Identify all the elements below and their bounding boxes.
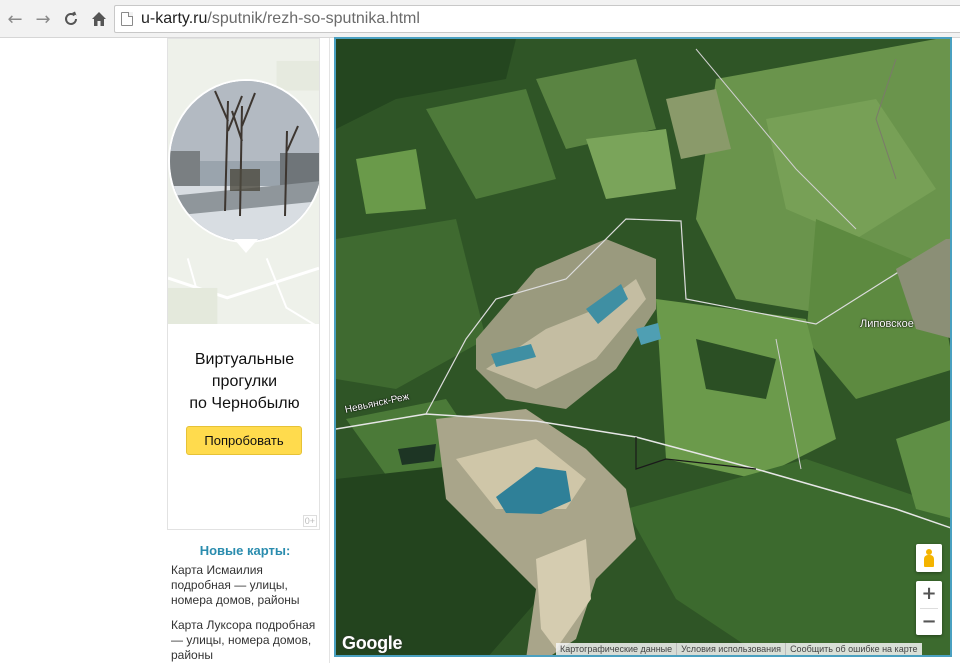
zoom-control: + − (916, 581, 942, 635)
news-link[interactable]: Карта Луксора подробная — улицы, номера … (171, 618, 323, 663)
map-data-link[interactable]: Картографические данные (556, 643, 676, 655)
news-link[interactable]: Карта Исмаилия подробная — улицы, номера… (171, 563, 323, 608)
ad-banner[interactable]: Виртуальные прогулки по Чернобылю Попроб… (167, 38, 320, 530)
browser-toolbar: ← → u-karty.ru/sputnik/rezh-so-sputnika.… (0, 0, 960, 38)
ad-title-line2: прогулки (211, 373, 278, 390)
map-attribution: Картографические данные Условия использо… (556, 643, 922, 655)
new-maps-heading: Новые карты: (199, 543, 291, 558)
ad-title-line1: Виртуальные (194, 351, 295, 368)
terms-link[interactable]: Условия использования (676, 643, 785, 655)
satellite-map[interactable]: Невьянск-Реж Липовское Google + − Картог… (334, 37, 952, 657)
url-path: /sputnik/rezh-so-sputnika.html (207, 10, 420, 27)
village-label: Липовское (860, 318, 914, 330)
zoom-in-button[interactable]: + (916, 581, 942, 608)
zoom-out-button[interactable]: − (916, 609, 942, 636)
reload-icon[interactable] (60, 8, 82, 30)
url-text[interactable]: u-karty.ru/sputnik/rezh-so-sputnika.html (141, 10, 420, 28)
report-error-link[interactable]: Сообщить об ошибке на карте (785, 643, 921, 655)
ad-try-button[interactable]: Попробовать (186, 426, 302, 455)
back-arrow-icon[interactable]: ← (4, 8, 26, 30)
google-logo: Google (342, 633, 403, 653)
home-icon[interactable] (88, 8, 110, 30)
age-mark: 0+ (302, 515, 317, 527)
forward-arrow-icon[interactable]: → (32, 8, 54, 30)
page-icon (121, 12, 133, 26)
ad-photo-frame (168, 79, 319, 243)
ad-pointer (234, 239, 258, 253)
pegman-icon[interactable] (916, 544, 942, 572)
map-imagery (336, 39, 950, 655)
ad-title-line3: по Чернобылю (189, 395, 300, 412)
ad-title: Виртуальные прогулки по Чернобылю (168, 349, 319, 415)
url-host: u-karty.ru (141, 10, 208, 27)
column-divider (329, 38, 330, 663)
ad-photo (170, 81, 319, 241)
address-bar[interactable]: u-karty.ru/sputnik/rezh-so-sputnika.html (114, 5, 960, 33)
